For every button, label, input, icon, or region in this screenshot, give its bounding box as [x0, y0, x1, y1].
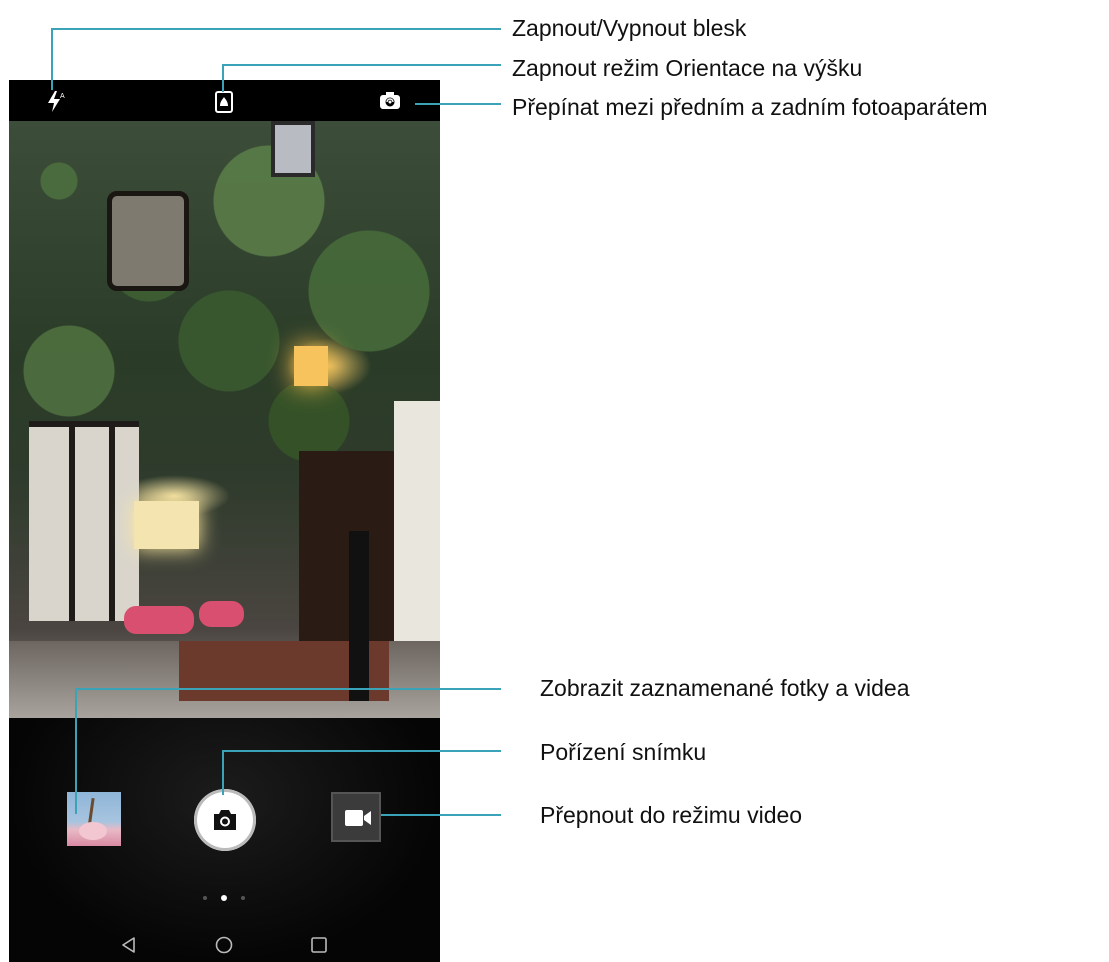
- viewfinder-lantern: [294, 346, 328, 386]
- video-mode-button[interactable]: [331, 792, 381, 842]
- callout-switch-camera: Přepínat mezi předním a zadním fotoapará…: [512, 94, 988, 120]
- viewfinder-wall: [29, 421, 139, 621]
- callout-shutter: Pořízení snímku: [540, 739, 707, 765]
- nav-home-icon[interactable]: [214, 935, 234, 955]
- leader-switch-camera: [415, 103, 501, 105]
- pager-dot-active: [221, 895, 227, 901]
- nav-back-icon[interactable]: [119, 935, 139, 955]
- leader-video: [381, 814, 501, 816]
- callout-flash: Zapnout/Vypnout blesk: [512, 15, 747, 41]
- mode-pager: [199, 895, 249, 903]
- camera-icon: [214, 810, 236, 830]
- leader-gallery: [75, 688, 501, 690]
- svg-text:A: A: [60, 93, 65, 100]
- viewfinder-post: [349, 531, 369, 701]
- camera-screen: A: [9, 80, 440, 962]
- camera-top-bar: A: [9, 80, 440, 121]
- thumbnail-blossom: [79, 822, 107, 840]
- callout-gallery: Zobrazit zaznamenané fotky a videa: [540, 675, 910, 701]
- viewfinder-hanging-sign: [107, 191, 189, 291]
- viewfinder-beam: [109, 421, 115, 621]
- callout-portrait-mode: Zapnout režim Orientace na výšku: [512, 55, 863, 81]
- leader-shutter: [222, 750, 501, 752]
- video-camera-icon: [345, 810, 371, 826]
- leader-flash: [51, 28, 53, 90]
- pager-dot: [203, 896, 207, 900]
- shutter-button[interactable]: [194, 789, 256, 851]
- viewfinder-beam: [69, 421, 75, 621]
- viewfinder-flowers: [124, 606, 194, 634]
- pager-dot: [241, 896, 245, 900]
- leader-flash: [51, 28, 501, 30]
- viewfinder-window: [271, 121, 315, 177]
- camera-controls: [9, 718, 440, 962]
- leader-portrait: [222, 64, 224, 92]
- viewfinder-lit-window: [134, 501, 199, 549]
- flash-auto-icon[interactable]: A: [43, 88, 69, 114]
- viewfinder-beam: [29, 421, 139, 427]
- camera-viewfinder[interactable]: [9, 121, 440, 718]
- leader-portrait: [222, 64, 501, 66]
- portrait-mode-icon[interactable]: [211, 88, 237, 114]
- navigation-bar: [9, 935, 440, 957]
- leader-gallery: [75, 688, 77, 814]
- nav-recents-icon[interactable]: [309, 935, 329, 955]
- callout-video-mode: Přepnout do režimu video: [540, 802, 803, 828]
- camera-switch-icon[interactable]: [377, 88, 403, 114]
- viewfinder-flowers: [199, 601, 244, 627]
- leader-shutter: [222, 750, 224, 795]
